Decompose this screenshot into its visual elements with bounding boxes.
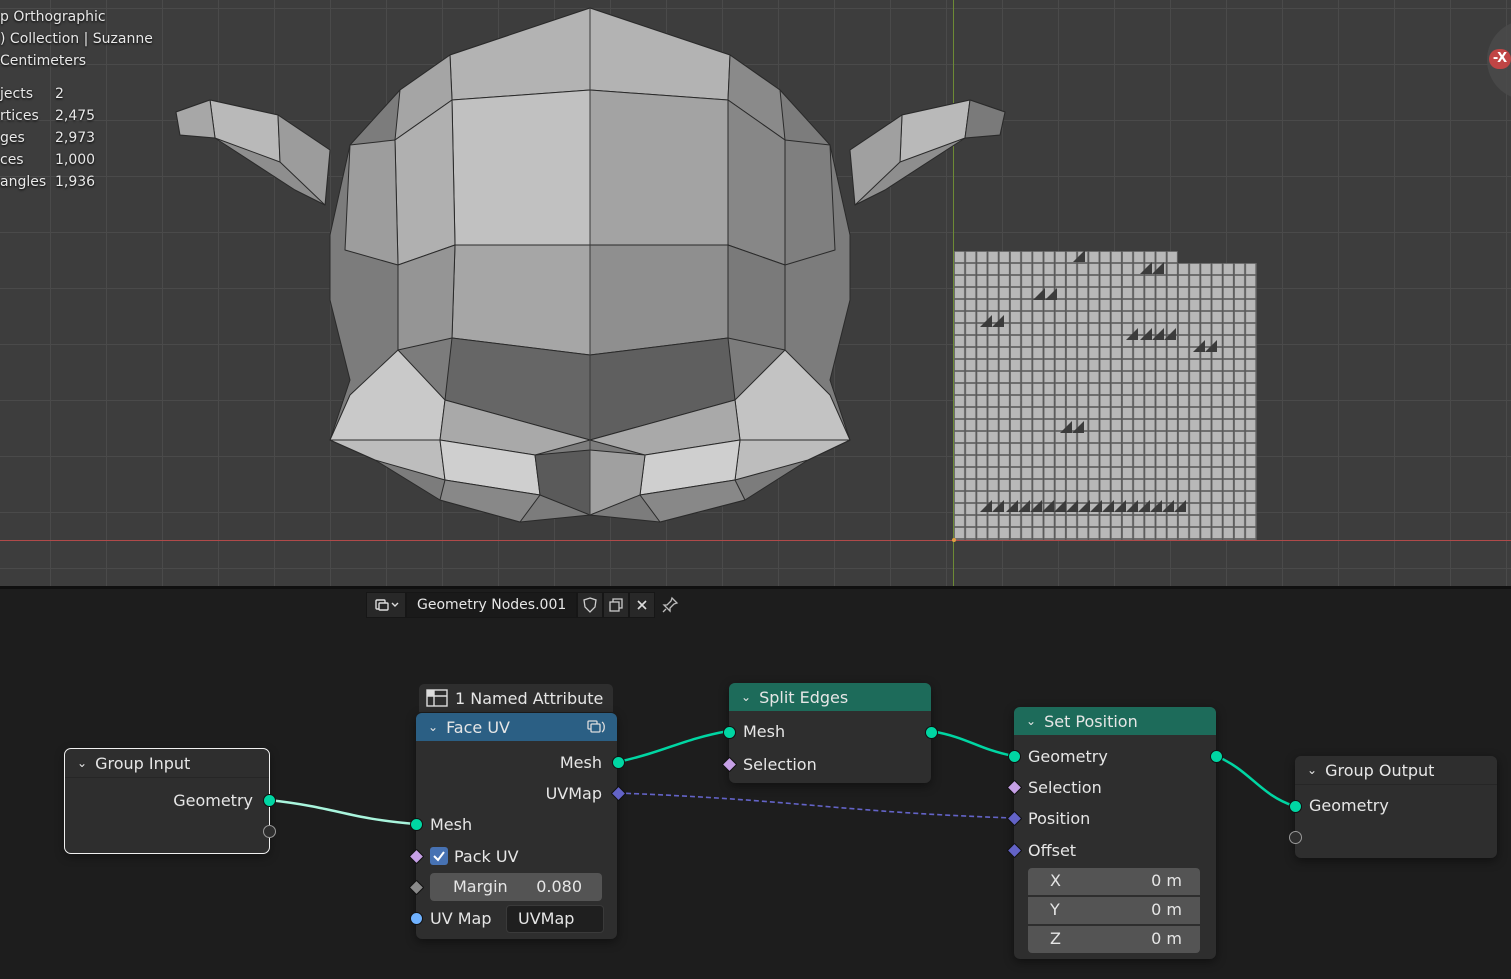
collection-text: ) Collection | Suzanne — [0, 31, 153, 47]
set-position-title: Set Position — [1044, 711, 1138, 731]
collapse-chevron-icon[interactable]: ⌄ — [1307, 763, 1317, 777]
pin-icon[interactable] — [655, 593, 685, 617]
collapse-chevron-icon[interactable]: ⌄ — [77, 756, 87, 770]
split-edges-node[interactable]: ⌄ Split Edges Mesh Selection — [721, 683, 938, 783]
offset-y-field[interactable]: Y 0 m — [1028, 897, 1200, 924]
set-position-node[interactable]: ⌄ Set Position Geometry Selection Positi… — [1006, 707, 1223, 959]
split-edges-mesh-output-socket[interactable] — [925, 726, 938, 739]
duplicate-icon[interactable] — [603, 592, 630, 618]
group-input-empty-socket[interactable] — [263, 825, 276, 838]
uv-map-name-field[interactable]: UVMap — [506, 905, 604, 933]
node-tree-name-field[interactable]: Geometry Nodes.001 — [406, 592, 578, 618]
group-output-empty-socket[interactable] — [1289, 831, 1302, 844]
group-input-header[interactable]: ⌄ Group Input — [65, 749, 269, 778]
split-edges-mesh-socket[interactable] — [723, 726, 736, 739]
group-output-header[interactable]: ⌄ Group Output — [1295, 756, 1497, 785]
set-position-geometry-socket[interactable] — [1008, 750, 1021, 763]
margin-field[interactable]: Margin 0.080 — [430, 873, 602, 901]
node-group-icon — [587, 720, 605, 733]
face-uv-uvmap-output-label: UVMap — [545, 784, 602, 803]
set-position-geometry-output-socket[interactable] — [1210, 750, 1223, 763]
offset-y-value: 0 m — [1151, 900, 1182, 919]
close-icon[interactable] — [629, 592, 656, 618]
collapse-chevron-icon[interactable]: ⌄ — [428, 720, 438, 734]
face-uv-node[interactable]: ⌄ Face UV Mesh UVMap Mesh Pack UV Margin… — [408, 713, 627, 939]
gizmo-neg-x-axis[interactable]: -X — [1489, 49, 1511, 69]
face-uv-mesh-input-socket[interactable] — [410, 818, 423, 831]
node-tree-icon[interactable] — [366, 592, 406, 618]
group-input-geometry-label: Geometry — [173, 791, 253, 810]
view-mode-text: p Orthographic — [0, 9, 106, 25]
group-input-title: Group Input — [95, 753, 191, 773]
fake-user-shield-icon[interactable] — [577, 592, 604, 618]
pack-uv-label: Pack UV — [454, 847, 519, 866]
face-uv-mesh-output-socket[interactable] — [612, 756, 625, 769]
face-uv-mesh-output-label: Mesh — [559, 753, 602, 772]
group-input-geometry-socket[interactable] — [263, 794, 276, 807]
offset-x-value: 0 m — [1151, 871, 1182, 890]
face-uv-header[interactable]: ⌄ Face UV — [416, 713, 617, 741]
split-edges-selection-label: Selection — [743, 755, 817, 774]
set-position-header[interactable]: ⌄ Set Position — [1014, 707, 1216, 735]
face-uv-mesh-input-label: Mesh — [430, 815, 473, 834]
offset-z-label: Z — [1050, 929, 1061, 948]
offset-z-field[interactable]: Z 0 m — [1028, 926, 1200, 953]
group-output-geometry-socket[interactable] — [1289, 800, 1302, 813]
collapse-chevron-icon[interactable]: ⌄ — [1026, 714, 1036, 728]
offset-z-value: 0 m — [1151, 929, 1182, 948]
offset-y-label: Y — [1050, 900, 1060, 919]
group-input-node[interactable]: ⌄ Group Input Geometry — [64, 748, 276, 854]
split-edges-mesh-label: Mesh — [743, 722, 786, 741]
pack-uv-checkbox[interactable] — [430, 847, 448, 865]
split-edges-header[interactable]: ⌄ Split Edges — [729, 683, 931, 711]
set-position-offset-label: Offset — [1028, 841, 1077, 860]
spreadsheet-icon — [426, 689, 448, 707]
named-attribute-badge: 1 Named Attribute — [419, 684, 613, 712]
set-position-selection-label: Selection — [1028, 778, 1102, 797]
checkmark-icon — [433, 851, 445, 862]
uv-map-socket[interactable] — [410, 912, 423, 925]
set-position-geometry-label: Geometry — [1028, 747, 1108, 766]
face-uv-title: Face UV — [446, 717, 510, 737]
uv-map-label: UV Map — [430, 909, 492, 928]
named-attribute-badge-text: 1 Named Attribute — [455, 688, 604, 708]
units-text: Centimeters — [0, 53, 87, 69]
node-tree-selector: Geometry Nodes.001 — [366, 592, 685, 618]
group-output-geometry-label: Geometry — [1309, 796, 1389, 815]
group-output-title: Group Output — [1325, 760, 1435, 780]
set-position-position-label: Position — [1028, 809, 1091, 828]
split-edges-title: Split Edges — [759, 687, 849, 707]
group-output-node[interactable]: ⌄ Group Output Geometry — [1289, 756, 1497, 858]
margin-value: 0.080 — [536, 877, 582, 896]
uv-grid-mesh — [952, 250, 1257, 542]
offset-x-label: X — [1050, 871, 1061, 890]
uv-map-name-value: UVMap — [518, 909, 575, 928]
collapse-chevron-icon[interactable]: ⌄ — [741, 690, 751, 704]
3d-viewport[interactable]: p Orthographic ) Collection | Suzanne Ce… — [0, 0, 1511, 586]
offset-x-field[interactable]: X 0 m — [1028, 868, 1200, 895]
margin-label: Margin — [453, 877, 508, 896]
